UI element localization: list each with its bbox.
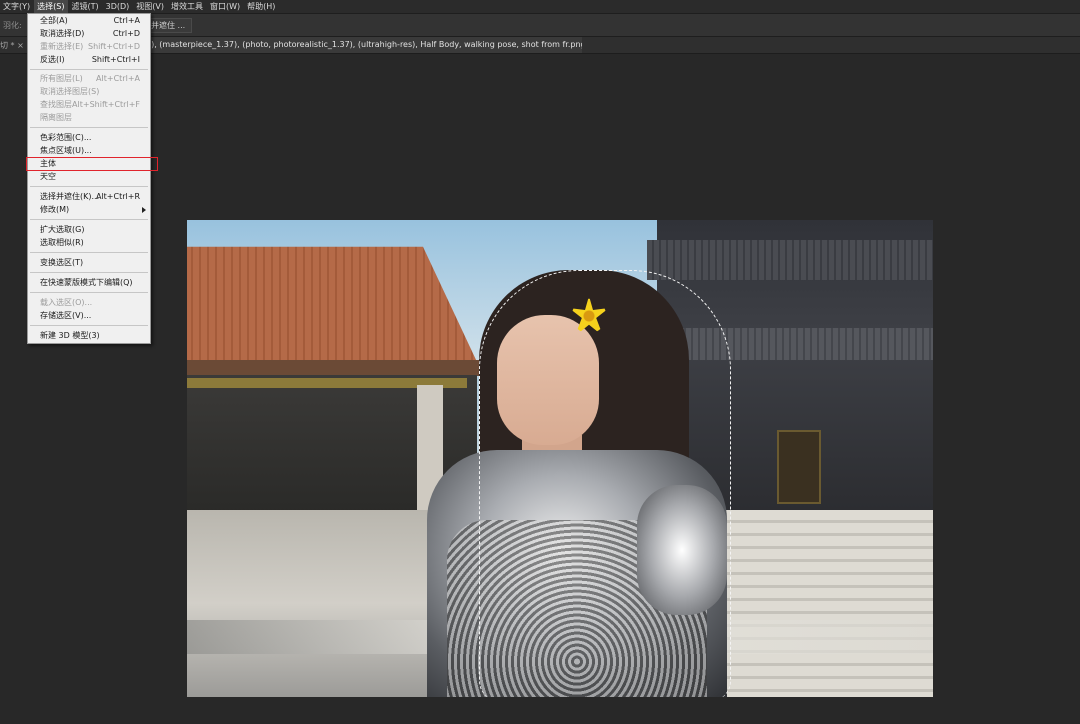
tab-previous-document[interactable]: 切 * × [0,40,24,51]
menu-item-select-and-mask[interactable]: 选择并遮住(K)... Alt+Ctrl+R [28,191,150,203]
image-subject-face [497,315,599,445]
menu-item-label: 新建 3D 模型(3) [40,331,100,340]
menu-item-label: 取消选择图层(S) [40,87,100,96]
menu-item-shortcut: Alt+Ctrl+R [95,192,140,201]
menu-item-shortcut: Alt+Ctrl+A [96,74,140,83]
menu-select[interactable]: 选择(S) [34,0,69,13]
menu-item-label: 所有图层(L) [40,74,83,83]
document-image[interactable] [187,220,933,697]
subject-highlight-box [26,157,158,171]
menu-item-transform-selection[interactable]: 变换选区(T) [28,257,150,269]
menu-item-color-range[interactable]: 色彩范围(C)... [28,132,150,144]
menu-view[interactable]: 视图(V) [133,0,168,13]
menu-item-shortcut: Ctrl+A [113,16,140,25]
menu-item-label: 选择并遮住(K)... [40,192,100,201]
menu-item-label: 查找图层 [40,100,72,109]
menu-item-label: 隔离图层 [40,113,72,122]
image-door [777,430,821,504]
menu-item-label: 重新选择(E) [40,42,84,51]
menu-item-label: 载入选区(O)... [40,298,93,307]
menu-separator [30,69,148,70]
feather-label: 羽化: [3,21,22,30]
menu-item-save-selection[interactable]: 存储选区(V)... [28,310,150,322]
document-title: 2), (masterpiece_1.37), (photo, photorea… [146,40,582,49]
menu-item-shortcut: Shift+Ctrl+I [91,55,140,64]
menu-item-label: 修改(M) [40,205,70,214]
menu-item-focus-area[interactable]: 焦点区域(U)... [28,145,150,157]
menu-item-label: 取消选择(D) [40,29,85,38]
document-tab-bar: 切 * × 2), (masterpiece_1.37), (photo, ph… [0,37,1080,54]
menu-window[interactable]: 窗口(W) [207,0,244,13]
menu-item-label: 焦点区域(U)... [40,146,92,155]
menu-item-label: 色彩范围(C)... [40,133,92,142]
image-steps [707,510,933,697]
menu-item-label: 全部(A) [40,16,68,25]
tab-active-document[interactable]: 2), (masterpiece_1.37), (photo, photorea… [140,37,582,53]
menu-item-label: 天空 [40,172,56,181]
menu-help[interactable]: 帮助(H) [244,0,279,13]
menu-item-label: 在快速蒙版模式下编辑(Q) [40,278,133,287]
menu-item-label: 存储选区(V)... [40,311,92,320]
menu-item-label: 扩大选取(G) [40,225,85,234]
menu-item-modify[interactable]: 修改(M) [28,204,150,216]
menu-item-label: 变换选区(T) [40,258,84,267]
menu-item-shortcut: Alt+Shift+Ctrl+F [72,100,140,109]
menu-item-label: 反选(I) [40,55,65,64]
menu-separator [30,127,148,128]
menu-item-sky[interactable]: 天空 [28,171,150,183]
menu-item-label: 选取相似(R) [40,238,84,247]
options-bar: 羽化: 并遮住 ... [0,14,1080,37]
image-eave [187,360,482,376]
menu-filter[interactable]: 滤镜(T) [68,0,102,13]
menu-item-all[interactable]: 全部(A) Ctrl+A [28,15,150,27]
menu-item-inverse[interactable]: 反选(I) Shift+Ctrl+I [28,54,150,66]
menu-bar: 文字(Y) 选择(S) 滤镜(T) 3D(D) 视图(V) 增效工具 窗口(W)… [0,0,1080,14]
menu-item-quick-mask[interactable]: 在快速蒙版模式下编辑(Q) [28,277,150,289]
menu-item-similar[interactable]: 选取相似(R) [28,237,150,249]
menu-text[interactable]: 文字(Y) [0,0,34,13]
select-dropdown-menu: 全部(A) Ctrl+A 取消选择(D) Ctrl+D 重新选择(E) Shif… [27,13,151,344]
menu-separator [30,219,148,220]
menu-item-deselect[interactable]: 取消选择(D) Ctrl+D [28,28,150,40]
menu-separator [30,186,148,187]
menu-separator [30,292,148,293]
menu-item-load-selection[interactable]: 载入选区(O)... [28,297,150,309]
image-subject-pauldron [637,485,727,615]
menu-3d[interactable]: 3D(D) [103,0,134,13]
menu-item-shortcut: Shift+Ctrl+D [88,42,140,51]
submenu-arrow-icon [142,207,146,213]
menu-item-all-layers[interactable]: 所有图层(L) Alt+Ctrl+A [28,73,150,85]
menu-item-deselect-layers[interactable]: 取消选择图层(S) [28,86,150,98]
image-right-roof [647,240,933,280]
menu-item-new-3d-model[interactable]: 新建 3D 模型(3) [28,330,150,342]
menu-plugins[interactable]: 增效工具 [168,0,207,13]
menu-item-reselect[interactable]: 重新选择(E) Shift+Ctrl+D [28,41,150,53]
menu-item-isolate-layers[interactable]: 隔离图层 [28,112,150,124]
menu-separator [30,272,148,273]
menu-item-grow[interactable]: 扩大选取(G) [28,224,150,236]
menu-separator [30,252,148,253]
menu-item-shortcut: Ctrl+D [112,29,140,38]
menu-separator [30,325,148,326]
menu-item-find-layers[interactable]: 查找图层 Alt+Shift+Ctrl+F [28,99,150,111]
